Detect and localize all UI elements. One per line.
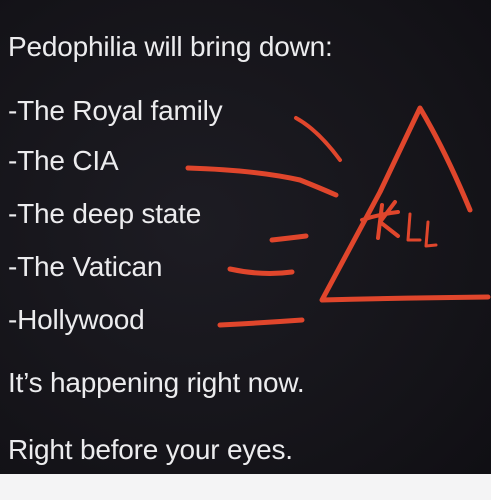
- closing-line-1: It’s happening right now.: [8, 367, 305, 398]
- handwritten-l2: [424, 220, 438, 248]
- stroke-deep-state: [269, 233, 309, 243]
- meme-image: Pedophilia will bring down: -The Royal f…: [0, 0, 491, 500]
- triangle-icon: [319, 105, 491, 303]
- list-item-deep-state: -The deep state: [8, 198, 202, 229]
- list-item-hollywood: -Hollywood: [8, 304, 145, 335]
- stroke-hollywood: [217, 317, 305, 328]
- list-item-cia: -The CIA: [8, 145, 119, 176]
- list-item-vatican: -The Vatican: [8, 251, 163, 282]
- bottom-border: [0, 474, 491, 500]
- list-item-royal-family: -The Royal family: [8, 95, 223, 126]
- handwritten-l1: [406, 212, 422, 242]
- stroke-vatican: [227, 266, 295, 276]
- stroke-royal-family: [294, 116, 342, 162]
- stroke-cia: [185, 165, 339, 198]
- heading-text: Pedophilia will bring down:: [8, 31, 333, 62]
- handwritten-k: [360, 200, 400, 240]
- closing-line-2: Right before your eyes.: [8, 434, 293, 465]
